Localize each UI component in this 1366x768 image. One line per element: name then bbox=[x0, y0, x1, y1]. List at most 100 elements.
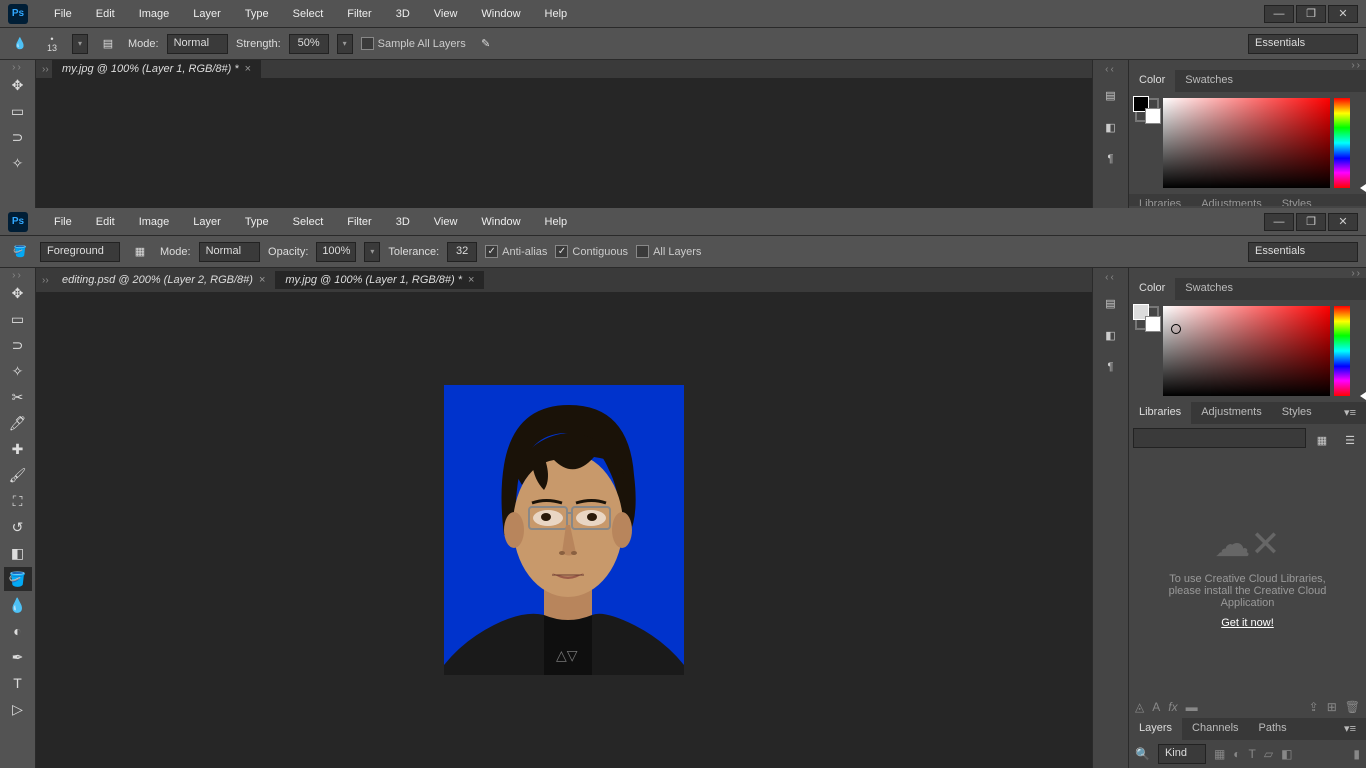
strength-dropdown[interactable]: ▾ bbox=[337, 34, 353, 54]
grid-view-icon[interactable]: ▦ bbox=[1310, 428, 1334, 452]
menu-filter[interactable]: Filter bbox=[337, 4, 381, 24]
add-color-icon[interactable]: ▬ bbox=[1186, 700, 1198, 714]
history-brush-tool[interactable]: ↺ bbox=[4, 515, 32, 539]
filter-pixel-icon[interactable]: ▦ bbox=[1214, 747, 1225, 761]
fill-select[interactable]: Foreground bbox=[40, 242, 120, 262]
type-tool[interactable]: T bbox=[4, 671, 32, 695]
restore-button[interactable]: ❐ bbox=[1296, 213, 1326, 231]
add-graphic-icon[interactable]: ◬ bbox=[1135, 700, 1144, 714]
document-tab[interactable]: my.jpg @ 100% (Layer 1, RGB/8#) * × bbox=[52, 60, 261, 78]
color-swatch[interactable] bbox=[1135, 306, 1159, 330]
menu-3d[interactable]: 3D bbox=[386, 212, 420, 232]
panel-menu-icon[interactable]: ▾≡ bbox=[1334, 402, 1366, 424]
workspace-select[interactable]: Essentials bbox=[1248, 34, 1358, 54]
stamp-tool[interactable]: ⛶ bbox=[4, 489, 32, 513]
filter-shape-icon[interactable]: ▱ bbox=[1264, 747, 1273, 761]
path-tool[interactable]: ▷ bbox=[4, 697, 32, 721]
menu-select[interactable]: Select bbox=[283, 4, 334, 24]
marquee-tool[interactable]: ▭ bbox=[4, 99, 32, 123]
tab-close[interactable]: × bbox=[468, 274, 474, 286]
styles-tab-hidden[interactable]: Styles bbox=[1272, 194, 1322, 206]
color-swatch[interactable] bbox=[1135, 98, 1159, 122]
history-icon[interactable]: ▤ bbox=[1099, 83, 1123, 107]
toolbar-grip[interactable]: ›› bbox=[0, 272, 35, 280]
toolbar-grip[interactable]: ›› bbox=[0, 64, 35, 72]
character-icon[interactable]: ¶ bbox=[1099, 355, 1123, 379]
close-button[interactable]: ✕ bbox=[1328, 5, 1358, 23]
tab-close[interactable]: × bbox=[259, 274, 265, 286]
filter-smart-icon[interactable]: ◧ bbox=[1281, 747, 1292, 761]
filter-icon[interactable]: 🔍 bbox=[1135, 747, 1150, 761]
crop-tool[interactable]: ✂ bbox=[4, 385, 32, 409]
strip-grip[interactable]: ‹‹ bbox=[1105, 272, 1116, 283]
tabs-grip[interactable]: ›› bbox=[42, 64, 52, 75]
paint-bucket-icon[interactable]: 🪣 bbox=[8, 240, 32, 264]
hue-strip[interactable] bbox=[1334, 98, 1350, 188]
wand-tool[interactable]: ✧ bbox=[4, 151, 32, 175]
add-char-icon[interactable]: A bbox=[1152, 700, 1160, 714]
minimize-button[interactable]: — bbox=[1264, 213, 1294, 231]
paths-tab[interactable]: Paths bbox=[1249, 718, 1297, 740]
new-icon[interactable]: ⊞ bbox=[1327, 700, 1337, 714]
menu-file[interactable]: File bbox=[44, 212, 82, 232]
pressure-icon[interactable]: ✎ bbox=[474, 32, 498, 56]
menu-file[interactable]: File bbox=[44, 4, 82, 24]
background-swatch[interactable] bbox=[1145, 108, 1161, 124]
move-tool[interactable]: ✥ bbox=[4, 281, 32, 305]
document-tab[interactable]: editing.psd @ 200% (Layer 2, RGB/8#) × bbox=[52, 271, 275, 289]
menu-help[interactable]: Help bbox=[535, 4, 578, 24]
color-field[interactable] bbox=[1163, 98, 1330, 188]
panel-grip[interactable]: ›› bbox=[1129, 60, 1366, 70]
pattern-icon[interactable]: ▦ bbox=[128, 240, 152, 264]
paint-bucket-tool[interactable]: 🪣 bbox=[4, 567, 32, 591]
menu-select[interactable]: Select bbox=[283, 212, 334, 232]
history-icon[interactable]: ▤ bbox=[1099, 291, 1123, 315]
sample-all-checkbox[interactable] bbox=[361, 37, 374, 50]
swatches-tab[interactable]: Swatches bbox=[1175, 278, 1243, 300]
color-field[interactable] bbox=[1163, 306, 1330, 396]
strength-input[interactable]: 50% bbox=[289, 34, 329, 54]
pen-tool[interactable]: ✒ bbox=[4, 645, 32, 669]
adjustments-tab-hidden[interactable]: Adjustments bbox=[1191, 194, 1272, 206]
menu-view[interactable]: View bbox=[424, 212, 468, 232]
filter-toggle[interactable]: ▮ bbox=[1353, 747, 1360, 761]
marquee-tool[interactable]: ▭ bbox=[4, 307, 32, 331]
restore-button[interactable]: ❐ bbox=[1296, 5, 1326, 23]
filter-adjust-icon[interactable]: ◐ bbox=[1233, 747, 1240, 761]
menu-help[interactable]: Help bbox=[535, 212, 578, 232]
blur-tool-icon[interactable]: 💧 bbox=[8, 32, 32, 56]
menu-layer[interactable]: Layer bbox=[183, 212, 231, 232]
add-fx-icon[interactable]: fx bbox=[1168, 700, 1177, 714]
all-layers-checkbox[interactable] bbox=[636, 245, 649, 258]
canvas[interactable]: △▽ bbox=[36, 292, 1092, 768]
list-view-icon[interactable]: ☰ bbox=[1338, 428, 1362, 452]
layers-tab[interactable]: Layers bbox=[1129, 718, 1182, 740]
minimize-button[interactable]: — bbox=[1264, 5, 1294, 23]
menu-type[interactable]: Type bbox=[235, 4, 279, 24]
brush-preset[interactable]: • 13 bbox=[40, 32, 64, 56]
opacity-input[interactable]: 100% bbox=[316, 242, 356, 262]
menu-edit[interactable]: Edit bbox=[86, 4, 125, 24]
tab-close[interactable]: × bbox=[245, 63, 251, 75]
channels-tab[interactable]: Channels bbox=[1182, 718, 1248, 740]
dodge-tool[interactable]: ◐ bbox=[4, 619, 32, 643]
styles-tab[interactable]: Styles bbox=[1272, 402, 1322, 424]
brush-panel-icon[interactable]: ▤ bbox=[96, 32, 120, 56]
menu-image[interactable]: Image bbox=[129, 212, 180, 232]
get-it-now-link[interactable]: Get it now! bbox=[1221, 617, 1274, 629]
library-select[interactable] bbox=[1133, 428, 1306, 448]
menu-type[interactable]: Type bbox=[235, 212, 279, 232]
tabs-grip[interactable]: ›› bbox=[42, 275, 52, 286]
menu-view[interactable]: View bbox=[424, 4, 468, 24]
menu-3d[interactable]: 3D bbox=[386, 4, 420, 24]
filter-kind-select[interactable]: Kind bbox=[1158, 744, 1206, 764]
move-tool[interactable]: ✥ bbox=[4, 73, 32, 97]
menu-image[interactable]: Image bbox=[129, 4, 180, 24]
color-tab[interactable]: Color bbox=[1129, 70, 1175, 92]
hue-strip[interactable] bbox=[1334, 306, 1350, 396]
panel-menu-icon[interactable]: ▾≡ bbox=[1334, 718, 1366, 740]
opacity-dropdown[interactable]: ▾ bbox=[364, 242, 380, 262]
upload-icon[interactable]: ⇪ bbox=[1309, 700, 1319, 714]
menu-window[interactable]: Window bbox=[471, 212, 530, 232]
contiguous-checkbox[interactable] bbox=[555, 245, 568, 258]
